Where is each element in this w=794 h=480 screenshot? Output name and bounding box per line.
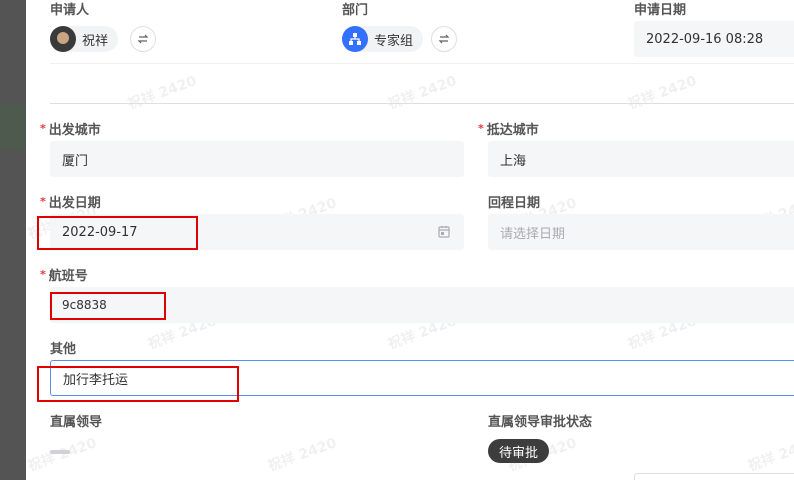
partial-field[interactable]	[634, 473, 794, 480]
org-structure-icon	[342, 26, 368, 52]
watermark: 祝祥 2420	[25, 435, 99, 475]
return-date-label: 回程日期	[488, 196, 541, 211]
depart-date-label: * 出发日期	[40, 195, 101, 211]
arrive-city-input[interactable]: 上海	[488, 141, 794, 177]
other-label: 其他	[50, 342, 77, 357]
return-date-picker[interactable]: 请选择日期	[488, 214, 794, 250]
leader-status-label: 直属领导审批状态	[488, 415, 593, 430]
arrive-city-label: * 抵达城市	[478, 122, 539, 138]
required-mark: *	[40, 195, 46, 208]
leader-placeholder	[50, 450, 70, 454]
applicant-name: 祝祥	[82, 33, 109, 49]
depart-date-picker[interactable]: 2022-09-17	[50, 214, 464, 250]
calendar-icon	[438, 226, 450, 238]
status-badge: 待审批	[488, 439, 550, 463]
divider	[50, 103, 794, 104]
depart-city-input[interactable]: 厦门	[50, 141, 464, 177]
flight-number-input[interactable]: 9c8838	[50, 287, 794, 323]
leader-label: 直属领导	[50, 415, 103, 430]
apply-date-label: 申请日期	[634, 3, 687, 18]
swap-arrows-icon	[137, 34, 149, 44]
required-mark: *	[40, 268, 46, 281]
watermark: 祝祥 2420	[745, 435, 794, 475]
department-chip[interactable]: 专家组	[342, 26, 424, 52]
depart-date-value: 2022-09-17	[62, 224, 138, 240]
form-panel: 祝祥 2420 祝祥 2420 祝祥 2420 祝祥 2420 祝祥 2420 …	[26, 0, 794, 480]
required-mark: *	[40, 122, 46, 135]
flight-number-value: 9c8838	[62, 298, 107, 312]
left-sidebar-overlay	[0, 0, 26, 480]
applicant-label: 申请人	[50, 3, 90, 18]
sidebar-highlight-band	[0, 104, 26, 150]
flight-label: * 航班号	[40, 268, 88, 284]
page: 祝祥 2420 祝祥 2420 祝祥 2420 祝祥 2420 祝祥 2420 …	[0, 0, 794, 480]
depart-city-value: 厦门	[62, 153, 89, 169]
other-value: 加行李托运	[63, 372, 129, 388]
department-name: 专家组	[374, 33, 414, 49]
department-label: 部门	[342, 3, 369, 18]
arrive-city-value: 上海	[500, 153, 527, 169]
watermark: 祝祥 2420	[265, 435, 339, 475]
required-mark: *	[478, 122, 484, 135]
divider	[50, 63, 794, 64]
swap-applicant-button[interactable]	[130, 26, 156, 52]
watermark: 祝祥 2420	[125, 73, 199, 113]
swap-arrows-icon	[438, 34, 450, 44]
swap-department-button[interactable]	[431, 26, 457, 52]
return-date-placeholder: 请选择日期	[500, 226, 566, 242]
avatar	[50, 26, 76, 52]
applicant-chip[interactable]: 祝祥	[50, 26, 119, 52]
apply-date-field: 2022-09-16 08:28	[634, 21, 794, 57]
apply-date-value: 2022-09-16 08:28	[646, 31, 764, 47]
watermark: 祝祥 2420	[625, 73, 699, 113]
depart-city-label: * 出发城市	[40, 122, 101, 138]
other-input[interactable]: 加行李托运	[50, 360, 794, 396]
watermark: 祝祥 2420	[385, 73, 459, 113]
